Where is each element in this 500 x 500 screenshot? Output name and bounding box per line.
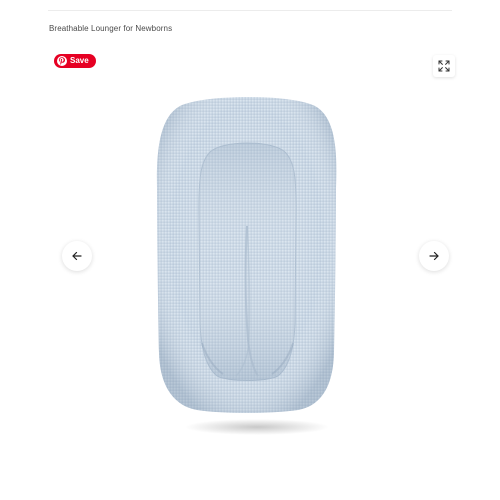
previous-image-button[interactable]	[62, 241, 92, 271]
expand-icon	[438, 60, 450, 72]
arrow-left-icon	[72, 251, 82, 261]
top-divider	[48, 10, 452, 11]
product-subtitle: Breathable Lounger for Newborns	[49, 24, 173, 33]
pinterest-icon	[57, 56, 67, 66]
pinterest-save-button[interactable]: Save	[54, 54, 96, 68]
arrow-right-icon	[429, 251, 439, 261]
product-gallery-page: Breathable Lounger for Newborns Save	[0, 0, 500, 500]
expand-image-button[interactable]	[433, 55, 455, 77]
product-image-baby-lounger[interactable]	[150, 88, 345, 440]
pinterest-save-label: Save	[70, 56, 89, 65]
next-image-button[interactable]	[419, 241, 449, 271]
